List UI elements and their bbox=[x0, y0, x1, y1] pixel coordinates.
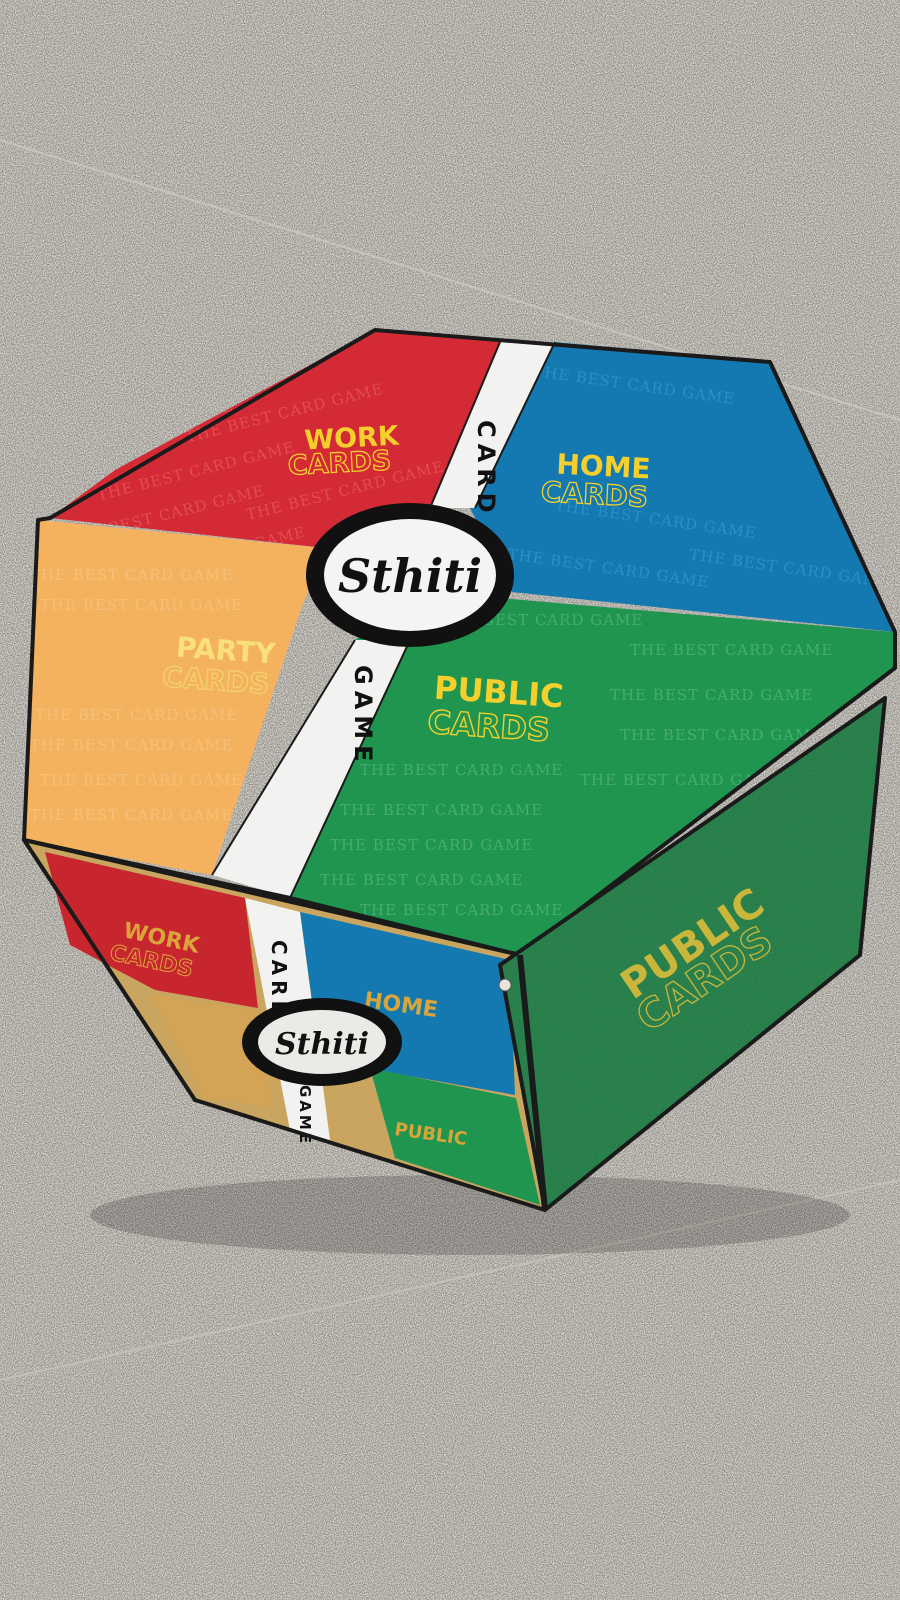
hexagonal-card-box: THE BEST CARD GAME THE BEST CARD GAME TH… bbox=[0, 0, 900, 1600]
svg-text:THE BEST CARD GAME: THE BEST CARD GAME bbox=[610, 686, 813, 704]
svg-text:THE BEST CARD GAME: THE BEST CARD GAME bbox=[340, 801, 543, 819]
svg-text:CARD: CARD bbox=[472, 420, 500, 519]
svg-text:THE BEST CARD GAME: THE BEST CARD GAME bbox=[30, 806, 233, 824]
svg-text:THE BEST CARD GAME: THE BEST CARD GAME bbox=[35, 706, 238, 724]
svg-text:THE BEST CARD GAME: THE BEST CARD GAME bbox=[360, 761, 563, 779]
svg-text:GAME: GAME bbox=[349, 665, 377, 768]
svg-text:THE BEST CARD GAME: THE BEST CARD GAME bbox=[30, 566, 233, 584]
svg-text:THE BEST CARD GAME: THE BEST CARD GAME bbox=[40, 596, 243, 614]
svg-text:Sthiti: Sthiti bbox=[338, 549, 482, 603]
front-sthiti-logo: Sthiti bbox=[242, 998, 402, 1086]
svg-text:CARDS: CARDS bbox=[540, 475, 649, 514]
svg-text:THE BEST CARD GAME: THE BEST CARD GAME bbox=[620, 726, 823, 744]
band-game-text: GAME bbox=[349, 665, 377, 768]
photo-scene: THE BEST CARD GAME THE BEST CARD GAME TH… bbox=[0, 0, 900, 1600]
svg-text:THE BEST CARD GAME: THE BEST CARD GAME bbox=[40, 771, 243, 789]
public-label: PUBLIC CARDS bbox=[426, 669, 565, 750]
svg-text:THE BEST CARD GAME: THE BEST CARD GAME bbox=[330, 836, 533, 854]
svg-text:THE BEST CARD GAME: THE BEST CARD GAME bbox=[360, 901, 563, 919]
svg-text:Sthiti: Sthiti bbox=[275, 1027, 369, 1062]
svg-text:THE BEST CARD GAME: THE BEST CARD GAME bbox=[320, 871, 523, 889]
home-label: HOME CARDS bbox=[539, 448, 651, 515]
band-card-text: CARD bbox=[472, 420, 500, 519]
svg-text:THE BEST CARD GAME: THE BEST CARD GAME bbox=[30, 736, 233, 754]
work-label: WORK CARDS bbox=[286, 421, 400, 483]
party-label: PARTY CARDS bbox=[160, 631, 277, 702]
svg-text:THE BEST CARD GAME: THE BEST CARD GAME bbox=[630, 641, 833, 659]
sthiti-logo: Sthiti bbox=[306, 503, 514, 647]
svg-text:CARDS: CARDS bbox=[287, 445, 392, 481]
